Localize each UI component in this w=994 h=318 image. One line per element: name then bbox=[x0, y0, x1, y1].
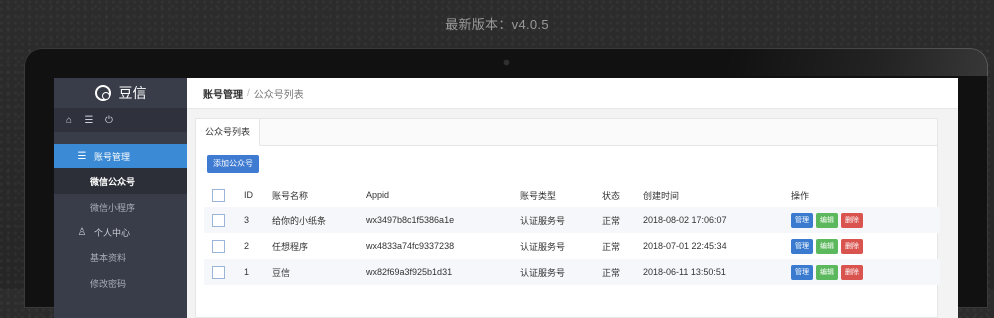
edit-button[interactable]: 编辑 bbox=[816, 238, 838, 254]
sidebar-item-basic-info[interactable]: 基本资料 bbox=[54, 244, 187, 270]
edit-button[interactable]: 编辑 bbox=[816, 264, 838, 280]
laptop-glare bbox=[728, 48, 988, 76]
column-header-created: 创建时间 bbox=[643, 190, 680, 201]
cell-type: 认证服务号 bbox=[520, 241, 566, 252]
add-official-account-button[interactable]: 添加公众号 bbox=[207, 155, 259, 173]
sidebar-item-wechat-official[interactable]: 微信公众号 bbox=[54, 168, 187, 194]
table-header-row: ID 账号名称 Appid 账号类型 状态 创建时间 操作 bbox=[204, 183, 940, 207]
version-label: 最新版本：v4.0.5 bbox=[445, 17, 549, 32]
table-row: 3 给你的小纸条 wx3497b8c1f5386a1e 认证服务号 正常 201… bbox=[204, 207, 940, 233]
cell-type: 认证服务号 bbox=[520, 259, 602, 285]
cell-status: 正常 bbox=[602, 207, 643, 233]
table-row: 2 任想程序 wx4833a74fc9337238 认证服务号 正常 2018-… bbox=[204, 233, 940, 259]
list-icon: ☰ bbox=[77, 150, 87, 162]
sidebar-item-personal-center[interactable]: ♙ 个人中心 bbox=[54, 220, 187, 244]
tab-official-list[interactable]: 公众号列表 bbox=[196, 119, 261, 146]
sidebar-item-label: 账号管理 bbox=[94, 151, 131, 162]
cell-name: 任想程序 bbox=[272, 241, 309, 252]
sidebar-menu: ☰ 账号管理 微信公众号 微信小程序 ♙ 个人中心 基本资料 修改密码 bbox=[54, 144, 187, 296]
breadcrumb-current: 公众号列表 bbox=[253, 89, 304, 101]
select-all-checkbox[interactable] bbox=[212, 188, 225, 202]
laptop-frame: 豆信 ⌂ ☰ ⏻ ☰ 账号管理 微信公众号 微信小程序 ♙ 个人中心 基本资料 bbox=[24, 48, 988, 318]
brand-icon bbox=[94, 85, 111, 101]
cell-name: 给你的小纸条 bbox=[272, 207, 366, 233]
manage-button[interactable]: 管理 bbox=[791, 264, 813, 280]
cell-actions: 管理 编辑 删除 bbox=[791, 259, 940, 285]
row-checkbox[interactable] bbox=[212, 265, 225, 279]
main-content: 账号管理 / 公众号列表 公众号列表 添加公众号 ID 账号名称 Appid 账… bbox=[187, 78, 958, 318]
cell-appid: wx82f69a3f925b1d31 bbox=[366, 259, 520, 285]
cell-id: 3 bbox=[244, 207, 272, 233]
table-row: 1 豆信 wx82f69a3f925b1d31 认证服务号 正常 2018-06… bbox=[204, 259, 940, 285]
delete-button[interactable]: 删除 bbox=[841, 212, 863, 228]
cell-status: 正常 bbox=[602, 241, 621, 252]
delete-button[interactable]: 删除 bbox=[841, 238, 863, 254]
brand-logo[interactable]: 豆信 bbox=[54, 78, 187, 108]
row-checkbox[interactable] bbox=[212, 239, 225, 253]
column-header-name: 账号名称 bbox=[272, 190, 309, 201]
app-screen: 豆信 ⌂ ☰ ⏻ ☰ 账号管理 微信公众号 微信小程序 ♙ 个人中心 基本资料 bbox=[54, 78, 958, 318]
delete-button[interactable]: 删除 bbox=[841, 264, 863, 280]
cell-type: 认证服务号 bbox=[520, 207, 602, 233]
brand-name: 豆信 bbox=[118, 85, 147, 101]
cell-appid: wx4833a74fc9337238 bbox=[366, 241, 455, 251]
manage-button[interactable]: 管理 bbox=[791, 238, 813, 254]
breadcrumb-separator: / bbox=[247, 87, 250, 99]
column-header-id: ID bbox=[244, 190, 253, 200]
cell-created: 2018-06-11 13:50:51 bbox=[643, 259, 791, 285]
sidebar-item-wechat-miniprogram[interactable]: 微信小程序 bbox=[54, 194, 187, 220]
cell-appid: wx3497b8c1f5386a1e bbox=[366, 207, 520, 233]
column-header-type: 账号类型 bbox=[520, 190, 557, 201]
row-checkbox[interactable] bbox=[212, 213, 225, 227]
sidebar-item-account-management[interactable]: ☰ 账号管理 bbox=[54, 144, 187, 168]
column-header-actions: 操作 bbox=[791, 190, 810, 201]
breadcrumb-parent[interactable]: 账号管理 bbox=[203, 86, 243, 101]
cell-name: 豆信 bbox=[272, 259, 366, 285]
cell-status: 正常 bbox=[602, 259, 643, 285]
sidebar-toolbar: ⌂ ☰ ⏻ bbox=[54, 108, 187, 132]
home-icon[interactable]: ⌂ bbox=[62, 113, 76, 127]
breadcrumb: 账号管理 / 公众号列表 bbox=[187, 78, 958, 109]
column-header-status: 状态 bbox=[602, 190, 621, 201]
cell-actions: 管理 编辑 删除 bbox=[791, 207, 940, 233]
cell-actions: 管理 编辑 删除 bbox=[791, 233, 940, 259]
accounts-table: ID 账号名称 Appid 账号类型 状态 创建时间 操作 3 给你的小纸条 w… bbox=[204, 183, 940, 285]
sidebar: 豆信 ⌂ ☰ ⏻ ☰ 账号管理 微信公众号 微信小程序 ♙ 个人中心 基本资料 bbox=[54, 78, 187, 318]
edit-button[interactable]: 编辑 bbox=[816, 212, 838, 228]
column-header-appid: Appid bbox=[366, 190, 390, 200]
user-icon: ♙ bbox=[77, 226, 87, 238]
cell-id: 2 bbox=[244, 241, 250, 251]
cell-id: 1 bbox=[244, 259, 272, 285]
sidebar-item-change-password[interactable]: 修改密码 bbox=[54, 270, 187, 296]
content-panel: 公众号列表 添加公众号 ID 账号名称 Appid 账号类型 状态 创建时间 操… bbox=[195, 118, 940, 318]
manage-button[interactable]: 管理 bbox=[791, 212, 813, 228]
menu-icon[interactable]: ☰ bbox=[82, 113, 96, 127]
cell-created: 2018-07-01 22:45:34 bbox=[643, 241, 727, 251]
tab-bar: 公众号列表 bbox=[196, 119, 937, 146]
camera-dot bbox=[504, 60, 509, 65]
sidebar-item-label: 个人中心 bbox=[94, 227, 131, 238]
cell-created: 2018-08-02 17:06:07 bbox=[643, 207, 791, 233]
power-icon[interactable]: ⏻ bbox=[102, 113, 116, 127]
